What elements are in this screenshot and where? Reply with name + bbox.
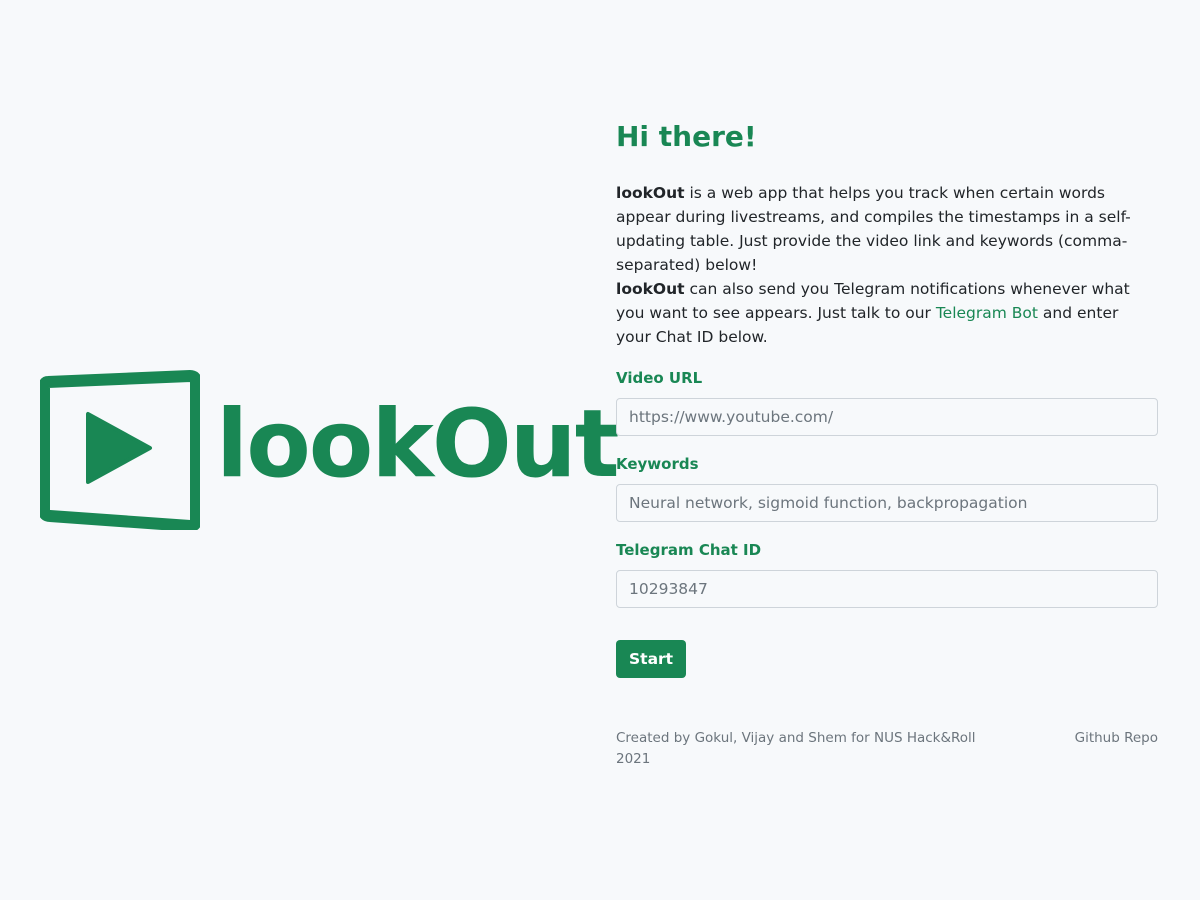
app-name: lookOut xyxy=(616,280,685,298)
page-title: Hi there! xyxy=(616,120,757,153)
start-button[interactable]: Start xyxy=(616,640,687,678)
credit-text: Created by Gokul, Vijay and Shem for NUS… xyxy=(616,730,976,767)
keywords-input[interactable] xyxy=(616,484,1158,522)
telegram-bot-link[interactable]: Telegram Bot xyxy=(936,304,1038,322)
page: lookOut Hi there! lookOut is a web app t… xyxy=(0,0,1200,900)
play-icon xyxy=(40,370,200,530)
chat-id-label: Telegram Chat ID xyxy=(616,541,762,559)
footer: Created by Gokul, Vijay and Shem for NUS… xyxy=(616,728,1158,770)
chat-id-input[interactable] xyxy=(616,570,1158,608)
logo-text: lookOut xyxy=(216,390,620,499)
keywords-label: Keywords xyxy=(616,455,699,473)
app-name: lookOut xyxy=(616,184,685,202)
main-panel: Hi there! lookOut is a web app that help… xyxy=(616,118,1158,770)
intro-text: lookOut is a web app that helps you trac… xyxy=(616,181,1158,349)
intro-paragraph-1: is a web app that helps you track when c… xyxy=(616,184,1131,274)
video-url-input[interactable] xyxy=(616,398,1158,436)
github-repo-link[interactable]: Github Repo xyxy=(1075,728,1158,770)
lookout-logo: lookOut xyxy=(40,370,620,530)
video-url-label: Video URL xyxy=(616,369,703,387)
